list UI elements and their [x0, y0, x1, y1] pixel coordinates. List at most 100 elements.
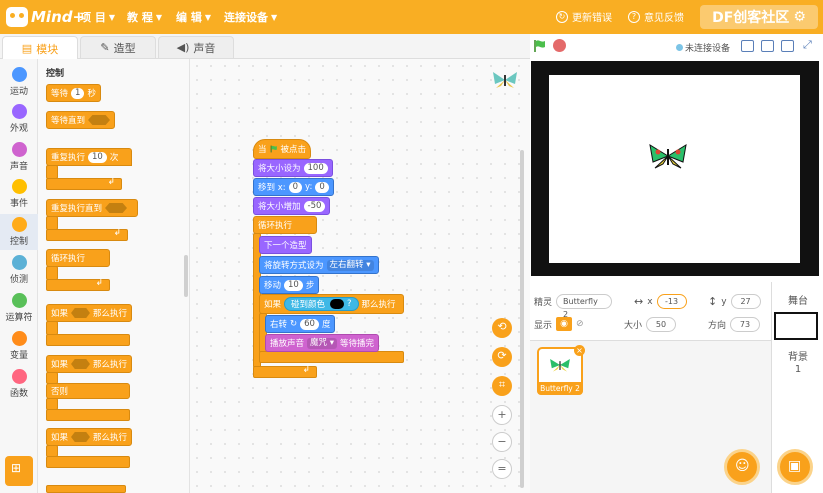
block-repeat-until[interactable]: 重复执行直到	[46, 199, 138, 217]
motion-dot-icon	[11, 67, 27, 82]
block-repeat[interactable]: 重复执行 10 次	[46, 148, 132, 166]
normal-stage-icon[interactable]	[781, 40, 794, 52]
arrow-vertical-icon: ↕	[708, 295, 718, 308]
sensing-touching-color[interactable]: 碰到颜色?	[284, 297, 359, 311]
butterfly-sprite[interactable]	[648, 142, 688, 170]
repeat-until-arm	[46, 216, 58, 230]
menu-tutorial[interactable]: 教 程 ▼	[127, 9, 162, 25]
menu-connect-device[interactable]: 连接设备 ▼	[224, 9, 277, 25]
block-wait[interactable]: 等待 1 秒	[46, 84, 101, 102]
speaker-icon: ◀)	[176, 41, 190, 54]
sprite-direction-input[interactable]: 73	[730, 317, 761, 332]
sensing-dot-icon	[11, 255, 27, 270]
fullscreen-icon[interactable]: ⤢	[803, 39, 816, 52]
add-extension-button[interactable]: ⊞	[5, 456, 33, 486]
block-goto-xy[interactable]: 移到 x: 0 y: 0	[253, 178, 334, 196]
tab-blocks[interactable]: ▤ 模块	[2, 36, 78, 60]
category-functions[interactable]: 函数	[0, 369, 38, 399]
palette-scrollbar[interactable]	[184, 255, 188, 297]
block-set-size[interactable]: 将大小设为 100	[253, 159, 333, 177]
stop-button[interactable]	[553, 39, 566, 52]
menu-edit[interactable]: 编 辑 ▼	[176, 9, 211, 25]
block-if-then-2[interactable]: 如果 那么执行	[46, 428, 132, 446]
block-move-steps[interactable]: 移动 10 步	[259, 276, 320, 294]
category-sensing[interactable]: 侦测	[0, 255, 38, 285]
zoom-in-icon: +	[497, 408, 507, 421]
sprite-x-input[interactable]: -13	[656, 294, 687, 309]
block-next-costume[interactable]: 下一个造型	[259, 236, 312, 254]
eye-visible-icon[interactable]: ◉	[556, 317, 573, 331]
small-stage-icon[interactable]	[741, 40, 754, 52]
backdrop-label: 背景	[788, 352, 808, 363]
sound-dot-icon	[11, 142, 27, 157]
block-if-else[interactable]: 如果 那么执行	[46, 355, 132, 373]
block-forever-loop[interactable]: 循环执行	[253, 216, 317, 234]
sprite-name-input[interactable]: Butterfly 2	[556, 294, 613, 319]
eye-hidden-icon[interactable]: ⊘	[576, 319, 584, 329]
category-sound[interactable]: 声音	[0, 142, 38, 172]
split-layout-icon[interactable]	[761, 40, 774, 52]
script-workspace[interactable]	[190, 59, 530, 493]
zoom-in-button[interactable]: +	[492, 405, 512, 425]
zoom-reset-button[interactable]: =	[492, 459, 512, 479]
app-logo: Mind+	[6, 5, 85, 29]
block-change-size[interactable]: 将大小增加 -50	[253, 197, 331, 215]
functions-dot-icon	[11, 369, 27, 384]
block-if-touching-color[interactable]: 如果 碰到颜色? 那么执行	[259, 294, 404, 314]
df-community-badge[interactable]: DF创客社区 ⚙	[700, 5, 818, 29]
backdrop-count: 1	[794, 364, 802, 375]
cat-icon: ☺	[735, 458, 750, 474]
zoom-out-button[interactable]: −	[492, 432, 512, 452]
crop-icon: ⌗	[498, 378, 506, 391]
delete-sprite-icon[interactable]: ×	[574, 345, 585, 356]
undo-button[interactable]: ⟲	[492, 318, 512, 338]
block-if-then[interactable]: 如果 那么执行	[46, 304, 132, 322]
stage-thumbnail[interactable]	[774, 312, 818, 340]
next-block-edge	[46, 485, 126, 493]
palette-title: 控制	[46, 69, 65, 79]
else-label-block: 否则	[46, 383, 130, 399]
flag-icon	[270, 145, 277, 153]
add-sprite-button[interactable]: ☺	[724, 449, 760, 485]
redo-button[interactable]: ⟳	[492, 347, 512, 367]
sprite-card-butterfly-2[interactable]: × Butterfly 2	[537, 345, 585, 395]
menu-project[interactable]: 项 目 ▼	[80, 9, 115, 25]
sprite-y-input[interactable]: 27	[730, 294, 761, 309]
editor-tab-bar: ▤ 模块 ✎ 造型 ◀) 声音	[0, 34, 530, 60]
update-error-link[interactable]: ↻ 更新错误	[556, 9, 612, 24]
variables-dot-icon	[11, 331, 27, 346]
workspace-scrollbar[interactable]	[520, 150, 524, 488]
refresh-icon: ↻	[556, 10, 568, 23]
add-backdrop-button[interactable]: ▣	[777, 449, 813, 485]
tab-sounds[interactable]: ◀) 声音	[158, 36, 234, 58]
cleanup-button[interactable]: ⌗	[492, 376, 512, 396]
category-motion[interactable]: 运动	[0, 67, 38, 97]
rotate-cw-icon: ↻	[290, 319, 298, 329]
block-forever[interactable]: 循环执行	[46, 249, 110, 267]
repeat-arm	[46, 165, 58, 179]
category-looks[interactable]: 外观	[0, 104, 38, 134]
arrow-horizontal-icon: ↔	[634, 295, 644, 308]
tab-costumes[interactable]: ✎ 造型	[80, 36, 156, 58]
redo-icon: ⟳	[497, 349, 507, 362]
top-menu-bar: Mind+ 项 目 ▼ 教 程 ▼ 编 辑 ▼ 连接设备 ▼ ↻ 更新错误 ? 意见反馈 D…	[0, 0, 823, 34]
hat-flag-clicked[interactable]: 当被点击	[253, 139, 311, 159]
category-variables[interactable]: 变量	[0, 331, 38, 361]
category-operators[interactable]: 运算符	[0, 293, 38, 323]
stage-title: 舞台	[788, 296, 808, 307]
green-flag-icon[interactable]	[533, 39, 547, 53]
block-play-sound-until-done[interactable]: 播放声音 魔咒 ▾ 等待播完	[265, 334, 380, 352]
block-turn-right[interactable]: 右转 ↻ 60 度	[265, 315, 336, 333]
events-dot-icon	[11, 179, 27, 194]
butterfly-thumb-icon	[550, 358, 570, 372]
feedback-link[interactable]: ? 意见反馈	[628, 9, 684, 24]
block-rotation-style[interactable]: 将旋转方式设为 左右翻转 ▾	[259, 256, 379, 274]
category-control[interactable]: 控制	[0, 214, 38, 250]
block-wait-until[interactable]: 等待直到	[46, 111, 116, 129]
extension-icon: ⊞	[11, 461, 22, 475]
sprite-size-input[interactable]: 50	[646, 317, 677, 332]
color-swatch[interactable]	[330, 299, 345, 309]
block-palette: 控制 等待 1 秒 等待直到 重复执行 10 次 ↲ 重复执行直到 ↲ 循环执行 ↲ 如…	[38, 59, 190, 493]
category-events[interactable]: 事件	[0, 179, 38, 209]
category-sidebar: 运动 外观 声音 事件 控制 侦测 运算符 变量 函数	[0, 59, 38, 493]
